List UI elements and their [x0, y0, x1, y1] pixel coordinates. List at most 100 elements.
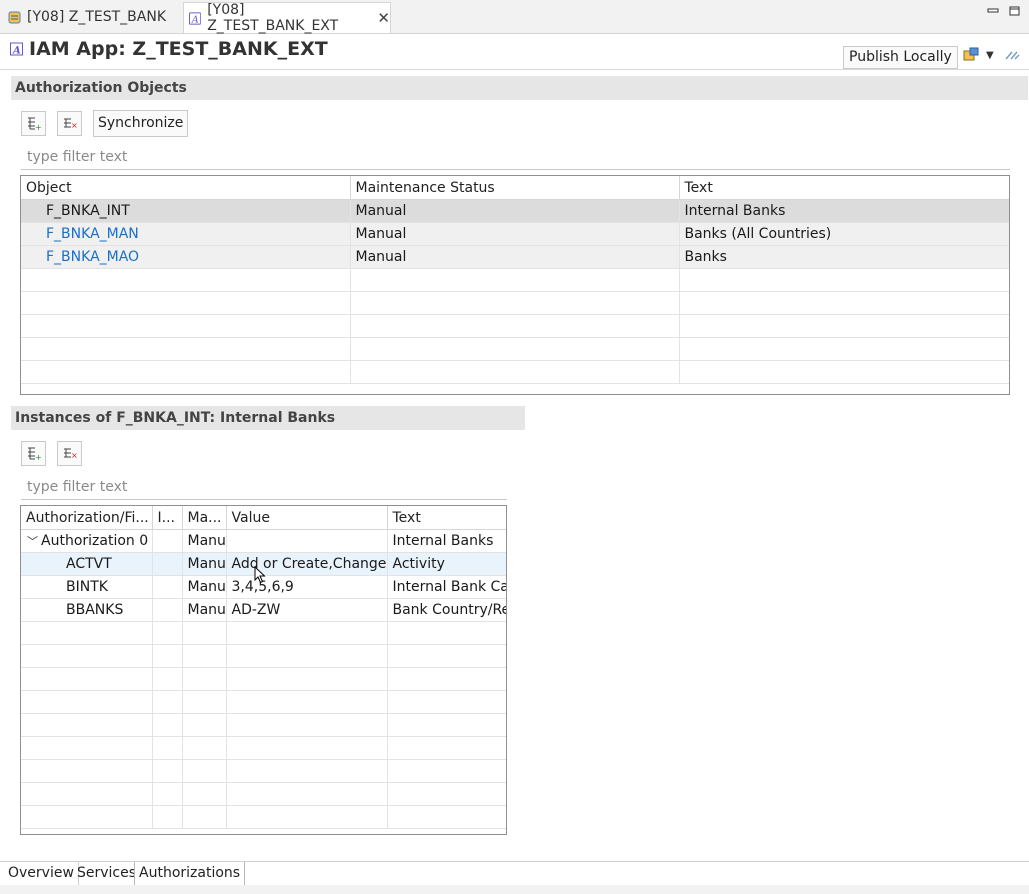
maintenance-cell: Manu — [182, 529, 227, 553]
status-bar — [0, 885, 1029, 894]
remove-instance-button[interactable]: × — [57, 441, 82, 466]
svg-text:×: × — [71, 121, 77, 130]
svg-text:+: + — [35, 453, 41, 461]
text-cell: Bank Country/Re — [387, 598, 506, 622]
maximize-icon[interactable] — [1009, 6, 1021, 16]
section-header-authorization-objects: Authorization Objects — [11, 76, 1028, 100]
empty-row — [21, 690, 506, 714]
text-cell: Banks — [679, 245, 1009, 269]
field-name: ACTVT — [21, 552, 153, 576]
object-link[interactable]: F_BNKA_MAO — [46, 249, 139, 265]
section-header-instances: Instances of F_BNKA_INT: Internal Banks — [11, 406, 525, 430]
table-row[interactable]: F_BNKA_MAN Manual Banks (All Countries) — [21, 222, 1009, 246]
tab-services[interactable]: Services — [73, 862, 142, 885]
transport-icon[interactable] — [963, 47, 979, 63]
empty-row — [21, 337, 1009, 361]
value-cell[interactable]: Add or Create,Change — [226, 552, 388, 576]
link-icon[interactable] — [1004, 49, 1020, 61]
page-title: A IAM App: Z_TEST_BANK_EXT — [10, 38, 328, 60]
empty-row — [21, 759, 506, 783]
editor-tab-label: [Y08] Z_TEST_BANK_EXT — [207, 2, 339, 34]
mouse-cursor-icon — [254, 566, 266, 584]
auth-objects-table: Object Maintenance Status Text F_BNKA_IN… — [20, 175, 1010, 395]
text-cell: Banks (All Countries) — [679, 222, 1009, 246]
i-cell — [152, 575, 183, 599]
i-cell — [152, 598, 183, 622]
text-cell: Internal Banks — [679, 199, 1009, 223]
svg-text:A: A — [191, 14, 199, 24]
field-name: BBANKS — [21, 598, 153, 622]
instances-filter-input[interactable] — [21, 475, 507, 500]
add-instance-button[interactable]: + — [21, 441, 46, 466]
editor-tab-z-test-bank-ext[interactable]: A [Y08] Z_TEST_BANK_EXT ✕ — [183, 2, 391, 34]
svg-text:+: + — [35, 123, 41, 131]
remove-tree-icon: × — [64, 448, 77, 460]
header-divider — [0, 69, 1029, 70]
add-tree-icon: + — [28, 117, 41, 131]
status-cell: Manual — [350, 199, 680, 223]
empty-row — [21, 621, 506, 645]
column-header-authorization-field[interactable]: Authorization/Fi... — [21, 506, 153, 530]
add-object-button[interactable]: + — [21, 111, 46, 136]
chevron-down-icon[interactable]: ▼ — [986, 50, 994, 61]
field-name: BINTK — [21, 575, 153, 599]
empty-row — [21, 736, 506, 760]
auth-objects-filter-input[interactable] — [21, 145, 1010, 170]
add-tree-icon: + — [28, 447, 41, 461]
table-row[interactable]: F_BNKA_MAO Manual Banks — [21, 245, 1009, 269]
column-header-object[interactable]: Object — [21, 176, 351, 200]
column-header-maintenance-status[interactable]: Maintenance Status — [350, 176, 680, 200]
i-cell — [152, 529, 183, 553]
publish-locally-button[interactable]: Publish Locally — [843, 46, 958, 69]
empty-row — [21, 805, 506, 829]
value-cell[interactable]: 3,4,5,6,9 — [226, 575, 388, 599]
empty-row — [21, 314, 1009, 338]
instances-tree-table: Authorization/Fi... I... Ma... Value Tex… — [20, 505, 507, 835]
column-header-i[interactable]: I... — [152, 506, 183, 530]
editor-tab-z-test-bank[interactable]: [Y08] Z_TEST_BANK — [8, 2, 166, 32]
empty-row — [21, 667, 506, 691]
value-cell — [226, 529, 388, 553]
empty-row — [21, 268, 1009, 292]
empty-row — [21, 644, 506, 668]
table-header-row: Object Maintenance Status Text — [21, 176, 1009, 200]
svg-text:×: × — [71, 451, 77, 460]
column-header-value[interactable]: Value — [226, 506, 388, 530]
column-header-text[interactable]: Text — [387, 506, 506, 530]
status-cell: Manual — [350, 245, 680, 269]
authorization-name: Authorization 0 — [41, 533, 149, 549]
tab-overview[interactable]: Overview — [4, 862, 79, 885]
object-link[interactable]: F_BNKA_MAN — [46, 226, 139, 242]
page-title-text: IAM App: Z_TEST_BANK_EXT — [29, 38, 328, 60]
maintenance-cell: Manu — [182, 552, 227, 576]
table-header-row: Authorization/Fi... I... Ma... Value Tex… — [21, 506, 506, 530]
status-cell: Manual — [350, 222, 680, 246]
tree-row-field[interactable]: BBANKS Manu AD-ZW Bank Country/Re — [21, 598, 506, 622]
tree-row-authorization[interactable]: ﹀ Authorization 0 Manu Internal Banks — [21, 529, 506, 553]
synchronize-button[interactable]: Synchronize — [93, 110, 189, 137]
maintenance-cell: Manu — [182, 575, 227, 599]
remove-tree-icon: × — [64, 118, 77, 130]
empty-row — [21, 782, 506, 806]
text-cell: Activity — [387, 552, 506, 576]
minimize-icon[interactable] — [987, 6, 999, 16]
empty-row — [21, 291, 1009, 315]
svg-text:A: A — [12, 46, 21, 57]
text-cell: Internal Banks — [387, 529, 506, 553]
remove-object-button[interactable]: × — [57, 111, 82, 136]
iam-app-icon: A — [189, 11, 202, 25]
column-header-text[interactable]: Text — [679, 176, 1009, 200]
empty-row — [21, 713, 506, 737]
column-header-maintenance[interactable]: Ma... — [182, 506, 227, 530]
empty-row — [21, 360, 1009, 384]
text-cell: Internal Bank Cat — [387, 575, 506, 599]
database-icon — [8, 11, 21, 23]
value-cell[interactable]: AD-ZW — [226, 598, 388, 622]
object-cell: F_BNKA_INT — [21, 199, 351, 223]
iam-app-icon: A — [10, 42, 23, 56]
chevron-down-icon[interactable]: ﹀ — [27, 533, 41, 549]
tab-authorizations[interactable]: Authorizations — [134, 862, 246, 886]
close-icon[interactable]: ✕ — [377, 9, 390, 27]
table-row[interactable]: F_BNKA_INT Manual Internal Banks — [21, 199, 1009, 223]
i-cell — [152, 552, 183, 576]
